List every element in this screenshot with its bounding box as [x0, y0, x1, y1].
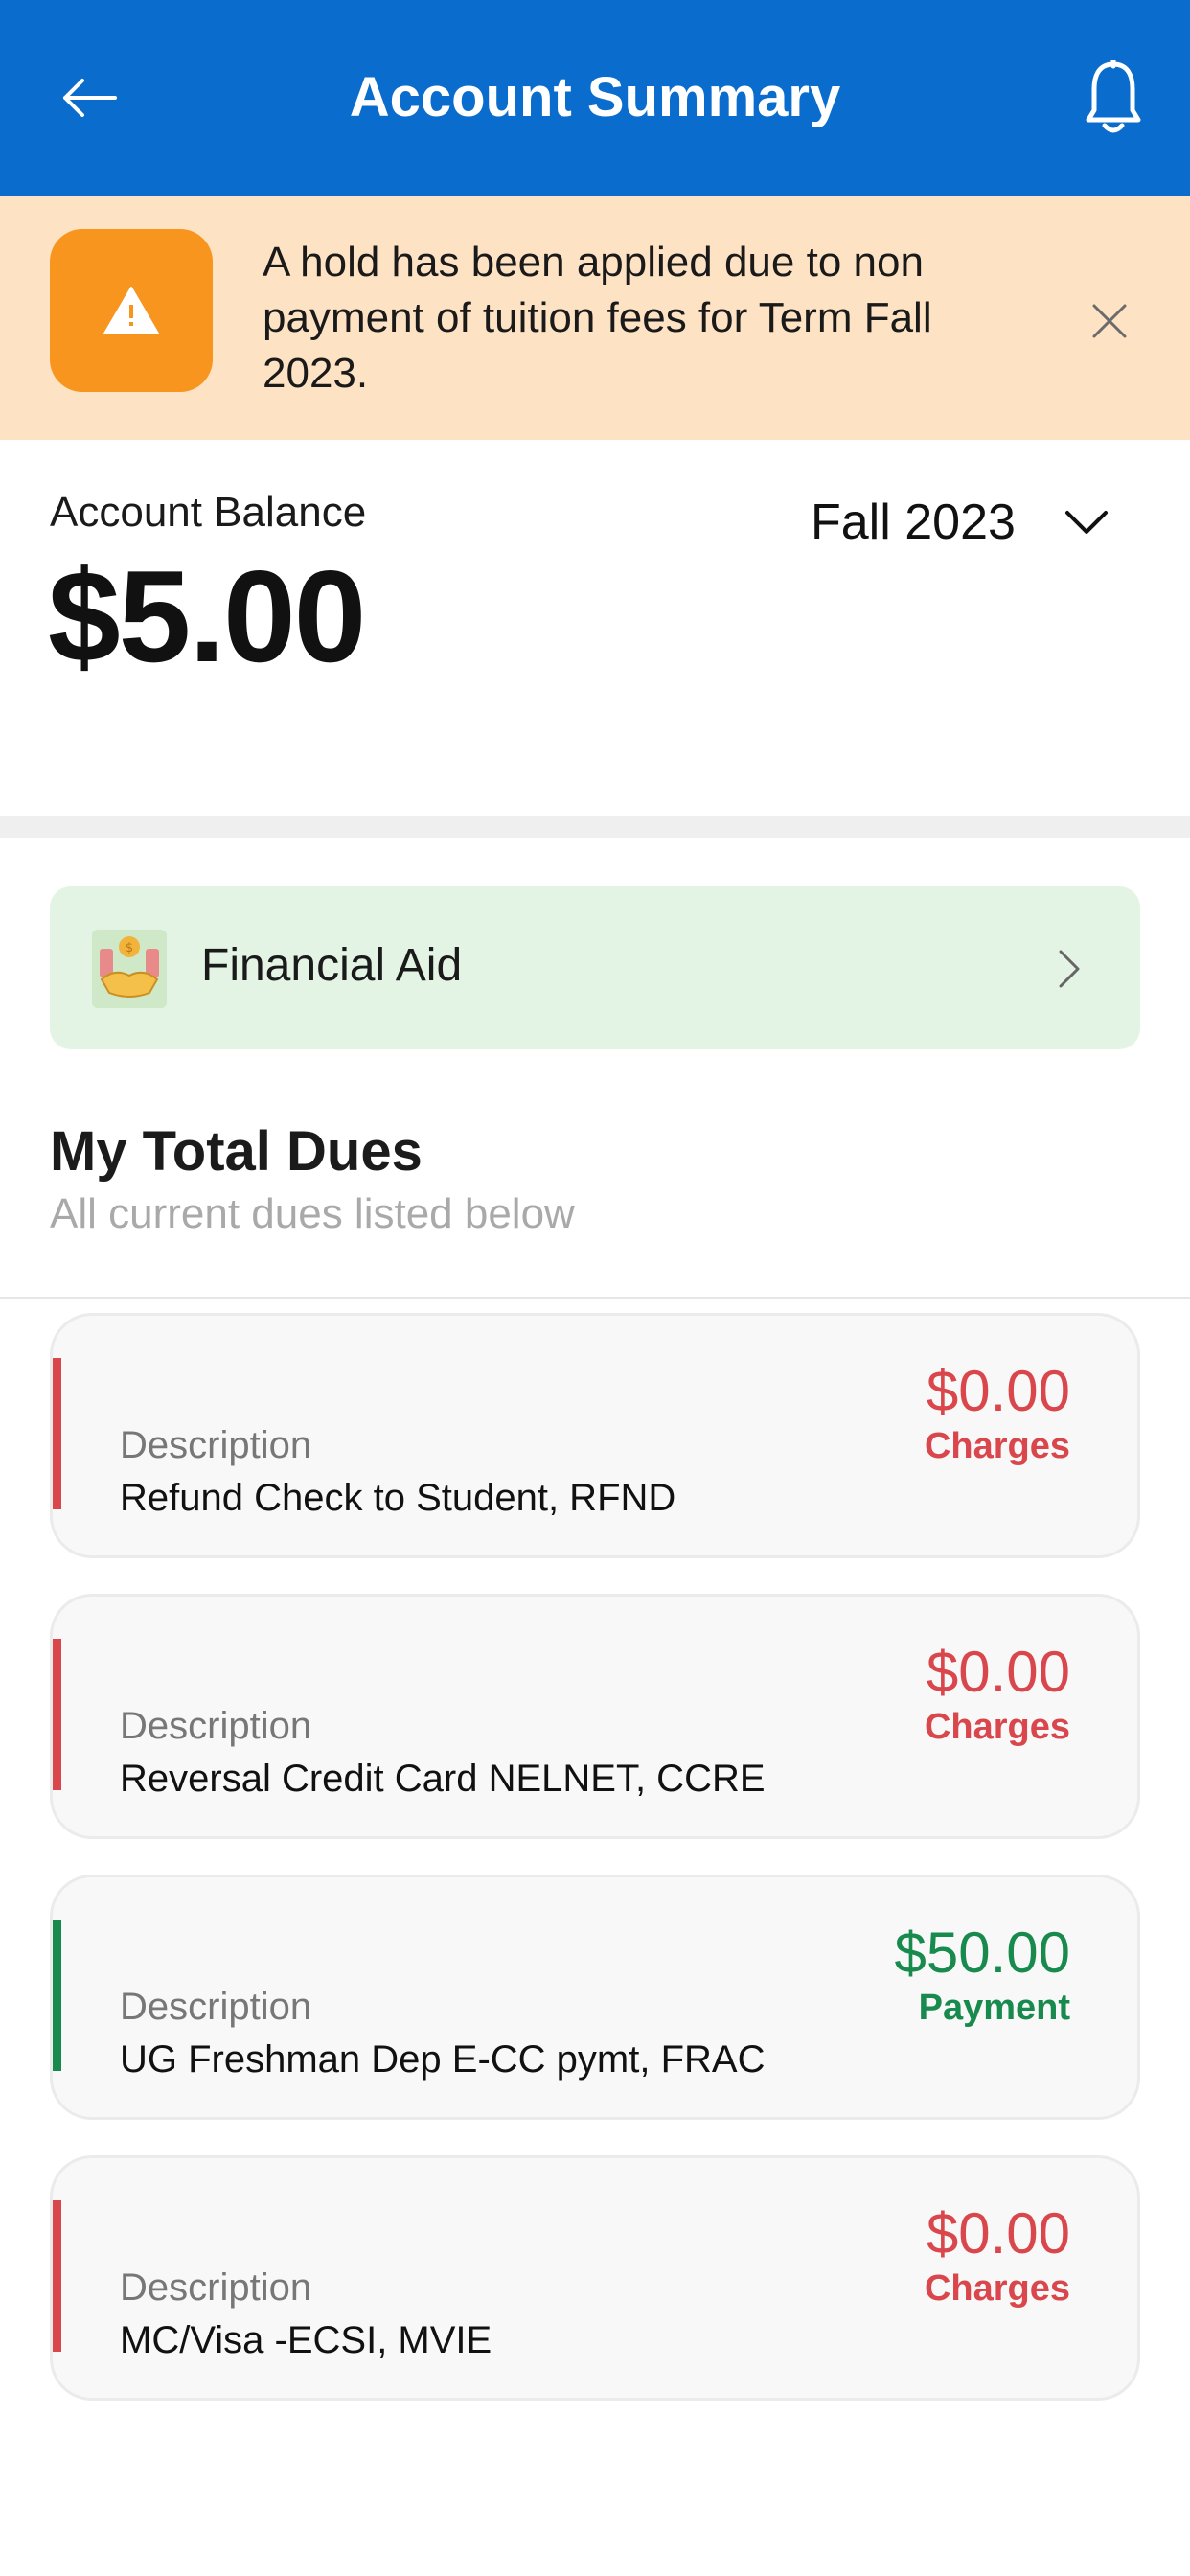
notifications-button[interactable]: [1075, 59, 1152, 136]
hold-warning-badge: [50, 229, 213, 392]
dues-title: My Total Dues: [50, 1120, 423, 1183]
due-description-label: Description: [120, 1986, 312, 2028]
handshake-icon: $: [92, 930, 167, 1008]
due-status-bar: [53, 2200, 61, 2352]
due-description: Refund Check to Student, RFND: [120, 1477, 676, 1519]
close-icon: [1092, 304, 1127, 338]
due-amount: $0.00: [926, 2201, 1070, 2266]
due-item[interactable]: Description Refund Check to Student, RFN…: [50, 1313, 1140, 1558]
due-description-label: Description: [120, 1705, 312, 1747]
financial-aid-label: Financial Aid: [201, 940, 463, 991]
due-type: Charges: [924, 1426, 1070, 1466]
due-description-label: Description: [120, 1424, 312, 1466]
due-amount: $50.00: [894, 1920, 1070, 1985]
due-status-bar: [53, 1920, 61, 2071]
due-description-label: Description: [120, 2266, 312, 2309]
due-description: MC/Visa -ECSI, MVIE: [120, 2319, 492, 2361]
due-description: Reversal Credit Card NELNET, CCRE: [120, 1758, 766, 1800]
chevron-right-icon: [1048, 946, 1090, 992]
page-title: Account Summary: [349, 66, 841, 128]
due-type: Payment: [918, 1988, 1070, 2028]
hold-banner: A hold has been applied due to non payme…: [0, 196, 1190, 440]
balance-label: Account Balance: [50, 489, 367, 536]
chevron-down-icon: [1064, 499, 1110, 545]
section-divider: [0, 816, 1190, 838]
due-status-bar: [53, 1639, 61, 1790]
app-header: Account Summary: [0, 0, 1190, 196]
due-type: Charges: [924, 1707, 1070, 1747]
account-summary-screen: Account Summary A hold has been applied …: [0, 0, 1190, 2576]
term-value: Fall 2023: [811, 494, 1016, 550]
due-type: Charges: [924, 2268, 1070, 2309]
dues-divider: [0, 1297, 1190, 1300]
due-amount: $0.00: [926, 1640, 1070, 1704]
due-item[interactable]: Description Reversal Credit Card NELNET,…: [50, 1594, 1140, 1839]
due-amount: $0.00: [926, 1359, 1070, 1423]
dues-subtitle: All current dues listed below: [50, 1190, 575, 1237]
hold-message: A hold has been applied due to non payme…: [263, 239, 932, 397]
due-item[interactable]: Description UG Freshman Dep E-CC pymt, F…: [50, 1874, 1140, 2120]
due-item[interactable]: Description MC/Visa -ECSI, MVIE $0.00 Ch…: [50, 2155, 1140, 2401]
dismiss-hold-button[interactable]: [1083, 294, 1136, 348]
due-status-bar: [53, 1358, 61, 1509]
svg-text:$: $: [126, 941, 133, 955]
balance-amount: $5.00: [48, 543, 366, 689]
warning-icon: [103, 287, 159, 334]
financial-aid-card[interactable]: $ Financial Aid: [50, 886, 1140, 1049]
due-description: UG Freshman Dep E-CC pymt, FRAC: [120, 2038, 766, 2081]
bell-icon: [1086, 60, 1141, 133]
term-selector[interactable]: Fall 2023: [811, 484, 1110, 561]
